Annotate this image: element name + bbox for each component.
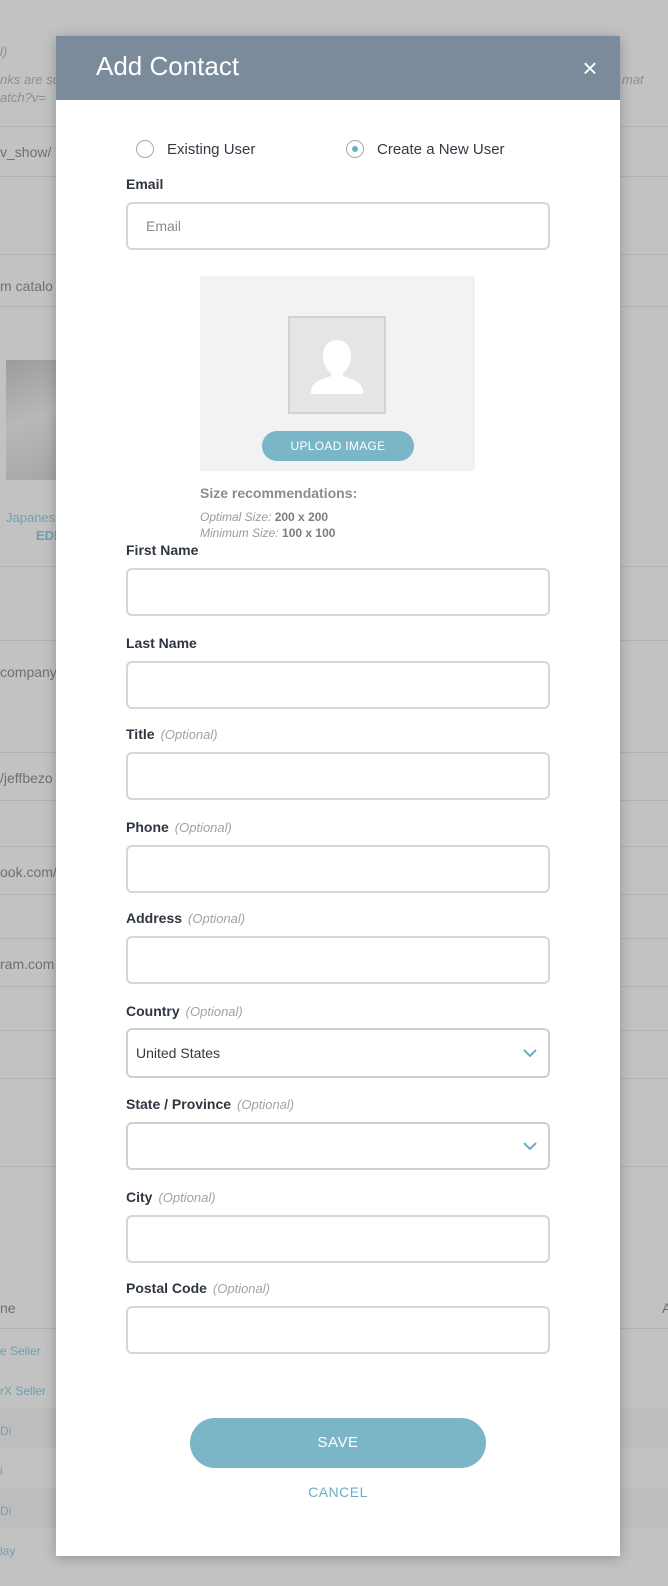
country-select-value: United States [136,1045,221,1061]
upload-image-button[interactable]: UPLOAD IMAGE [262,431,414,461]
bg-company-fragment: company [0,664,57,680]
bg-column-header: A [662,1300,668,1316]
cancel-link[interactable]: CANCEL [288,1484,388,1500]
bg-product-image [6,360,56,480]
address-label: Address (Optional) [126,910,246,926]
close-icon: × [582,53,598,83]
state-select[interactable] [126,1122,550,1170]
size-recommendations-title: Size recommendations: [200,485,358,501]
phone-field[interactable] [126,845,550,893]
optional-tag: (Optional) [174,820,232,835]
chevron-down-icon [523,1142,537,1151]
bg-note-fragment: nks are su [0,72,60,87]
title-field[interactable] [126,752,550,800]
optional-tag: (Optional) [237,1097,295,1112]
bg-note-fragment: mat [622,72,644,87]
modal-title: Add Contact [96,51,240,81]
email-field[interactable] [126,202,550,250]
address-field[interactable] [126,936,550,984]
city-label: City (Optional) [126,1189,216,1205]
modal-header: Add Contact × [56,36,620,100]
optimal-size-text: Optimal Size: 200 x 200 [200,510,328,524]
bg-url-fragment: v_show/ [0,144,52,160]
minimum-size-text: Minimum Size: 100 x 100 [200,526,335,540]
radio-create-new-user-label[interactable]: Create a New User [377,141,505,158]
bg-link-fragment: /jeffbezo [0,770,53,786]
close-button[interactable]: × [576,54,604,82]
image-upload-panel: UPLOAD IMAGE [200,276,475,471]
bg-table-row: i [0,1464,3,1478]
bg-note-fragment: l) [0,44,8,59]
bg-catalog-fragment: m catalo [0,278,53,294]
email-label: Email [126,176,164,192]
bg-table-row: rX Seller [0,1384,47,1398]
radio-existing-user[interactable] [136,140,154,158]
last-name-field[interactable] [126,661,550,709]
radio-existing-user-label[interactable]: Existing User [167,141,255,158]
save-button[interactable]: SAVE [190,1418,486,1468]
city-field[interactable] [126,1215,550,1263]
last-name-label: Last Name [126,635,197,651]
phone-label: Phone (Optional) [126,819,232,835]
postal-code-label: Postal Code (Optional) [126,1280,270,1296]
country-label: Country (Optional) [126,1003,243,1019]
first-name-label: First Name [126,542,199,558]
bg-column-header: ne [0,1300,16,1316]
optional-tag: (Optional) [188,911,246,926]
add-contact-modal: Add Contact × Existing User Create a New… [56,36,620,1556]
bg-link-fragment: ook.com/ [0,864,57,880]
optional-tag: (Optional) [160,727,218,742]
chevron-down-icon [523,1049,537,1058]
bg-table-row: Di [0,1424,12,1438]
bg-table-row: Di [0,1504,12,1518]
state-label: State / Province (Optional) [126,1096,295,1112]
user-silhouette-icon [311,340,363,394]
postal-code-field[interactable] [126,1306,550,1354]
minimum-size-label: Minimum Size: [200,526,279,540]
radio-create-new-user[interactable] [346,140,364,158]
optional-tag: (Optional) [158,1190,216,1205]
avatar [288,316,386,414]
optimal-size-label: Optimal Size: [200,510,272,524]
title-label: Title (Optional) [126,726,218,742]
bg-link-fragment: ram.com [0,956,55,972]
optional-tag: (Optional) [212,1281,270,1296]
bg-table-row: e Seller [0,1344,41,1358]
bg-table-row: lay [0,1544,16,1558]
first-name-field[interactable] [126,568,550,616]
bg-edit-link: EDI [36,528,58,543]
bg-note-fragment: atch?v= [0,90,46,105]
bg-product-name: Japanes [6,510,56,525]
optional-tag: (Optional) [185,1004,243,1019]
minimum-size-value: 100 x 100 [282,526,336,540]
country-select[interactable]: United States [126,1028,550,1078]
optimal-size-value: 200 x 200 [274,510,329,524]
